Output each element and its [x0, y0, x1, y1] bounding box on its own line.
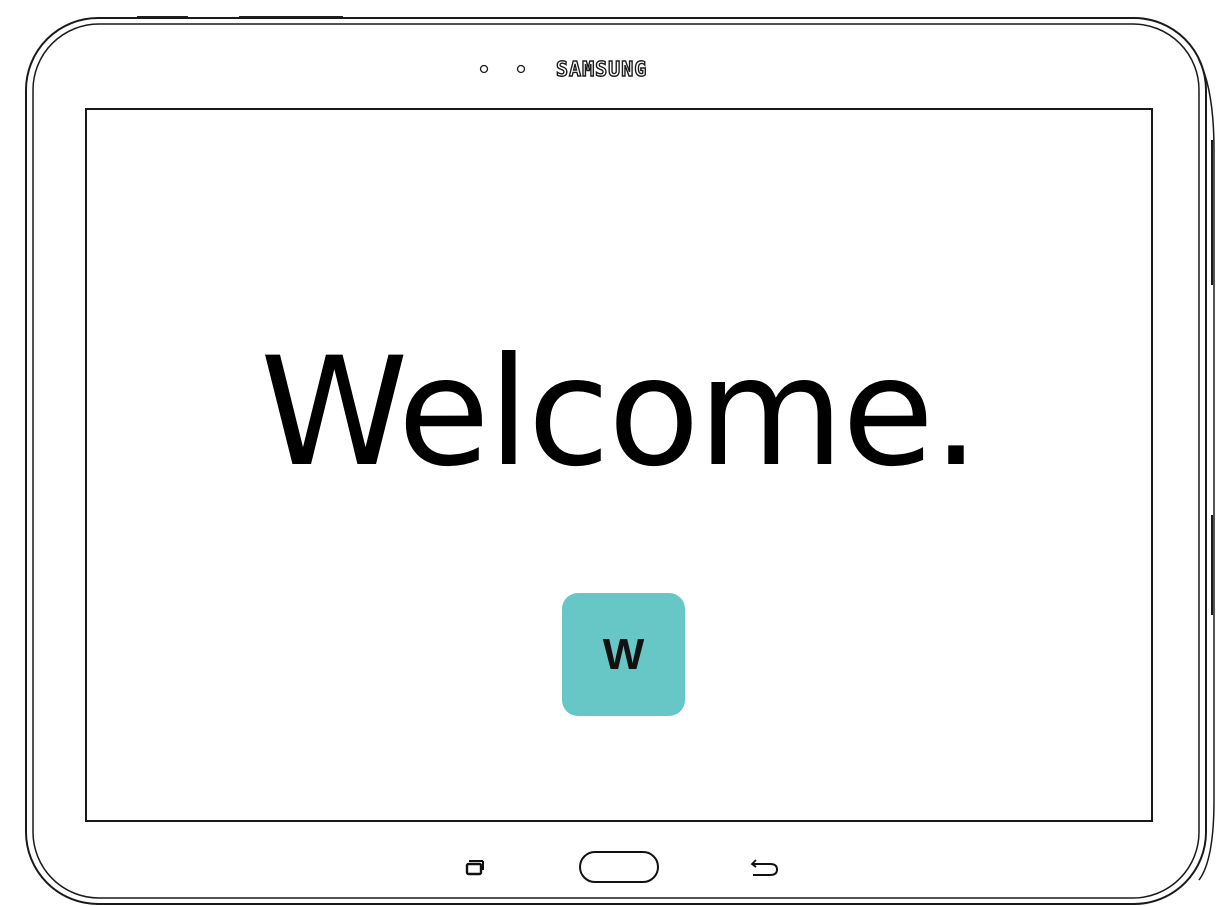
- app-tile-button[interactable]: W: [562, 593, 685, 716]
- tablet-screen: Welcome. W: [87, 110, 1151, 820]
- app-tile-letter: W: [602, 629, 645, 679]
- welcome-title: Welcome.: [260, 326, 980, 500]
- recent-apps-button[interactable]: [458, 856, 490, 880]
- back-button[interactable]: [748, 856, 782, 880]
- recent-apps-icon: [465, 860, 484, 876]
- back-icon: [750, 859, 779, 876]
- brand-logo: SAMSUNG: [555, 56, 648, 81]
- home-button[interactable]: [578, 850, 660, 884]
- home-icon: [579, 851, 659, 883]
